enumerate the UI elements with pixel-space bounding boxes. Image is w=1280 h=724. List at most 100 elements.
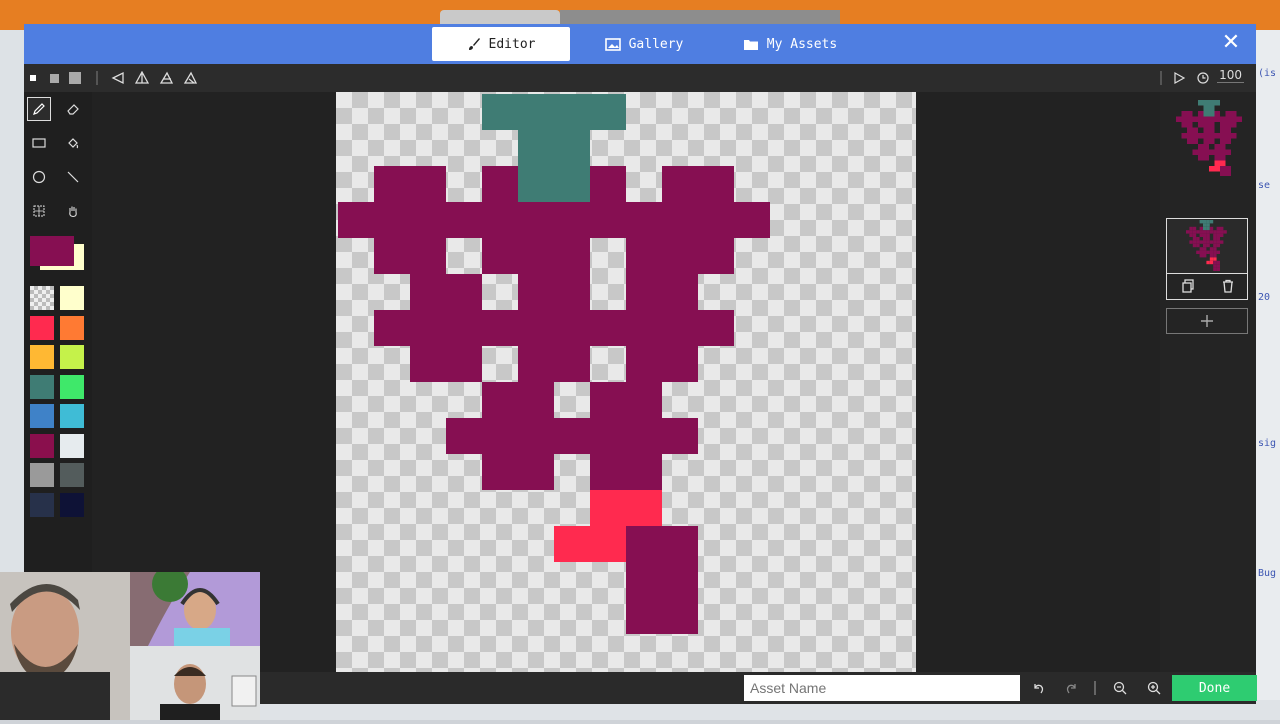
tab-my-assets[interactable]: My Assets [730, 27, 850, 61]
eraser-icon[interactable] [62, 98, 84, 120]
medium-brush-icon[interactable] [48, 70, 60, 86]
pixel [626, 274, 662, 310]
pixel [1214, 111, 1220, 117]
pixel [662, 166, 698, 202]
frame-interval-input[interactable]: 100 [1217, 68, 1244, 83]
pixel [1187, 116, 1193, 122]
pixel [1196, 237, 1200, 241]
pixel [1213, 260, 1217, 265]
pixel [1199, 254, 1203, 258]
palette-swatch[interactable] [60, 463, 84, 487]
pixel [1206, 220, 1210, 224]
pixel [1192, 149, 1198, 155]
palette-swatch[interactable] [60, 286, 84, 310]
rotate-right-icon[interactable] [182, 70, 198, 86]
hand-icon[interactable] [62, 200, 84, 222]
marquee-icon[interactable] [28, 200, 50, 222]
pixel-canvas[interactable] [336, 92, 916, 672]
pixel [1187, 138, 1193, 144]
rectangle-icon[interactable] [28, 132, 50, 154]
clock-icon [1196, 70, 1210, 86]
pixel [374, 238, 410, 274]
done-button[interactable]: Done [1172, 675, 1257, 701]
pixel [662, 418, 698, 454]
add-frame-button[interactable] [1166, 308, 1248, 334]
palette-swatch[interactable] [60, 492, 84, 517]
large-brush-icon[interactable] [68, 70, 82, 86]
background-right-panel: (is se 20 sig Bug [1256, 30, 1280, 720]
pixel [1203, 127, 1209, 133]
rotate-left-icon[interactable] [110, 70, 126, 86]
pixel [554, 418, 590, 454]
pixel [662, 202, 698, 238]
pixel [374, 202, 410, 238]
primary-color-swatch[interactable] [30, 236, 74, 266]
pixel [482, 454, 518, 490]
line-icon[interactable] [62, 166, 84, 188]
pixel [698, 238, 734, 274]
pencil-icon[interactable] [27, 97, 51, 121]
flip-icon[interactable] [134, 70, 150, 86]
pixel [1203, 220, 1207, 224]
flip-vertical-icon[interactable] [158, 70, 174, 86]
pixel [626, 598, 662, 634]
pixel [590, 202, 626, 238]
pixel [1213, 250, 1217, 254]
zoom-in-icon[interactable] [1146, 680, 1162, 696]
pixel [1187, 127, 1193, 133]
pixel [1213, 237, 1217, 241]
tab-gallery[interactable]: Gallery [594, 27, 694, 61]
circle-icon[interactable] [28, 166, 50, 188]
asset-name-input[interactable] [744, 675, 1020, 701]
pixel [410, 238, 446, 274]
pixel [1206, 260, 1210, 265]
palette-swatch[interactable] [30, 404, 54, 428]
pixel [1225, 166, 1231, 172]
palette-swatch[interactable] [30, 433, 54, 458]
pixel [590, 526, 626, 562]
pixel [446, 418, 482, 454]
delete-frame-icon[interactable] [1221, 278, 1235, 297]
pixel [1203, 250, 1207, 254]
palette-swatch[interactable] [30, 463, 54, 487]
duplicate-frame-icon[interactable] [1181, 278, 1195, 297]
close-icon[interactable]: ✕ [1220, 32, 1242, 54]
pixel [1216, 264, 1220, 268]
pixel [1203, 149, 1209, 155]
palette-swatch[interactable] [30, 286, 54, 310]
palette-swatch[interactable] [30, 492, 54, 517]
palette-swatch[interactable] [30, 315, 54, 340]
frame-thumbnail[interactable] [1166, 218, 1248, 274]
fill-bucket-icon[interactable] [62, 132, 84, 154]
pixel [1213, 230, 1217, 234]
small-brush-icon[interactable] [28, 70, 38, 86]
zoom-out-icon[interactable] [1112, 680, 1128, 696]
palette-swatch[interactable] [60, 315, 84, 340]
pixel [1203, 230, 1207, 234]
pixel [1216, 243, 1220, 248]
pixel [1198, 144, 1204, 150]
side-text: se [1258, 180, 1271, 191]
pixel [734, 202, 770, 238]
pixel [1181, 111, 1187, 117]
pixel [1206, 240, 1210, 244]
redo-icon[interactable] [1064, 680, 1080, 696]
pixel [518, 202, 554, 238]
pixel [518, 454, 554, 490]
palette-swatch[interactable] [30, 345, 54, 369]
palette-swatch[interactable] [30, 374, 54, 399]
pixel [1209, 111, 1215, 117]
pixel [1198, 149, 1204, 155]
pixel [554, 130, 590, 166]
pixel [1203, 237, 1207, 241]
pixel [1206, 226, 1210, 231]
undo-icon[interactable] [1030, 680, 1046, 696]
play-icon[interactable] [1172, 70, 1186, 86]
pixel [446, 346, 482, 382]
side-text: Bug [1258, 568, 1277, 579]
palette-swatch[interactable] [60, 404, 84, 428]
palette-swatch[interactable] [60, 374, 84, 399]
palette-swatch[interactable] [60, 433, 84, 458]
palette-swatch[interactable] [60, 345, 84, 369]
tab-editor[interactable]: Editor [432, 27, 570, 61]
